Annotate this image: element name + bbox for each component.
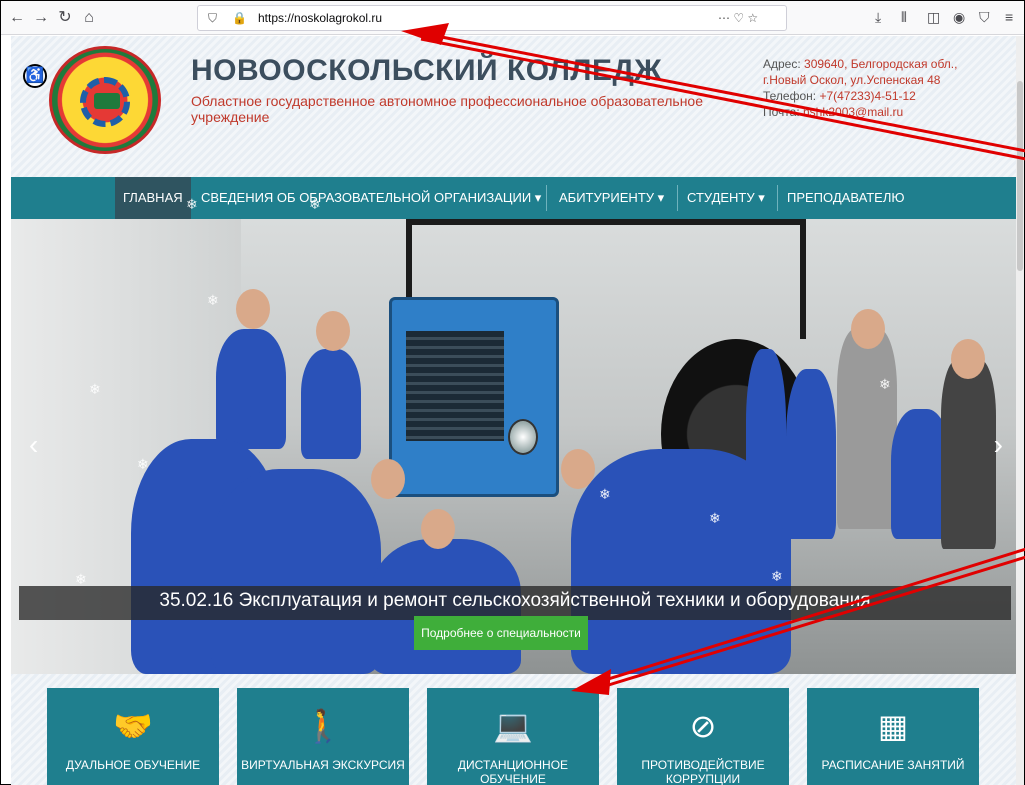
reload-icon[interactable]: ↻ [55,8,75,28]
slide-photo-headlight [508,419,538,455]
nav-item-organization-info[interactable]: СВЕДЕНИЯ ОБ ОБРАЗОВАТЕЛЬНОЙ ОРГАНИЗАЦИИ … [193,177,549,219]
tile-label: ДУАЛЬНОЕ ОБУЧЕНИЕ [65,758,201,772]
slide-photo-student [746,349,786,529]
snowflake-icon: ❄ [89,381,101,397]
tile-label: ДИСТАНЦИОННОЕ ОБУЧЕНИЕ [457,758,569,785]
mail-label: Почта: [763,105,803,119]
slide-photo-head [371,459,405,499]
snowflake-icon: ❄ [599,486,611,502]
person-icon: 🚶 [303,708,343,744]
page-actions-icon[interactable]: ⋯ ♡ ☆ [718,11,758,25]
snowflake-icon: ❄ [879,376,891,392]
phone-value[interactable]: +7(47233)4-51-12 [819,89,915,103]
contact-info: Адрес: 309640, Белгородская обл., г.Новы… [763,56,1003,120]
slide-photo-head [561,449,595,489]
slide-photo-student [216,329,286,449]
nav-item-students[interactable]: СТУДЕНТУ ▾ [679,177,773,219]
scrollbar-thumb[interactable] [1017,81,1023,271]
tile-label: РАСПИСАНИЕ ЗАНЯТИЙ [821,758,965,772]
back-icon[interactable]: ← [7,8,27,28]
site-subtitle: Областное государственное автономное про… [191,93,704,125]
tile-label: ПРОТИВОДЕЙСТВИЕ КОРРУПЦИИ [641,758,765,785]
tile-anti-corruption[interactable]: ⊘ ПРОТИВОДЕЙСТВИЕ КОРРУПЦИИ [617,688,789,785]
prohibited-icon: ⊘ [689,708,717,744]
slide-photo-guest [941,359,996,549]
snowflake-icon: ❄ [75,571,87,587]
lock-icon: 🔒 [232,11,247,25]
slide-photo-student [786,369,836,539]
nav-separator [777,185,778,211]
calendar-grid-icon: ▦ [877,708,909,744]
address-bar[interactable]: ⛉ 🔒 https://noskolagrokol.ru ⋯ ♡ ☆ [197,5,787,31]
url-text[interactable]: https://noskolagrokol.ru [258,11,382,25]
nav-item-home[interactable]: ГЛАВНАЯ [115,177,191,219]
snowflake-icon: ❄ [186,196,198,212]
slide-photo-head [421,509,455,549]
tile-schedule[interactable]: ▦ РАСПИСАНИЕ ЗАНЯТИЙ [807,688,979,785]
web-page: ♿ НОВООСКОЛЬСКИЙ КОЛЛЕДЖ Областное госуд… [11,36,1017,785]
extension-icon[interactable]: ⛉ [979,9,990,26]
tile-label: ВИРТУАЛЬНАЯ ЭКСКУРСИЯ [241,758,405,772]
site-title: НОВООСКОЛЬСКИЙ КОЛЛЕДЖ [191,54,662,87]
phone-label: Телефон: [763,89,820,103]
nav-separator [546,185,547,211]
account-icon[interactable]: ◉ [953,9,965,26]
address-label: Адрес: [763,57,805,71]
browser-toolbar: ← → ↻ ⌂ ⛉ 🔒 https://noskolagrokol.ru ⋯ ♡… [1,1,1024,35]
snowflake-icon: ❄ [309,196,321,212]
more-about-specialty-button[interactable]: Подробнее о специальности [414,616,588,650]
nav-separator [677,185,678,211]
mail-value[interactable]: nshk2003@mail.ru [803,105,903,119]
slide-photo-head [951,339,985,379]
accessibility-icon[interactable]: ♿ [23,64,47,88]
forward-icon[interactable]: → [31,8,51,28]
slide-photo-head [236,289,270,329]
snowflake-icon: ❄ [137,456,149,472]
slide-photo-head [851,309,885,349]
snowflake-icon: ❄ [771,568,783,584]
main-nav: ГЛАВНАЯ СВЕДЕНИЯ ОБ ОБРАЗОВАТЕЛЬНОЙ ОРГА… [11,177,1017,219]
slider-prev-arrow[interactable]: ‹ [29,429,38,461]
slide-caption: 35.02.16 Эксплуатация и ремонт сельскохо… [159,590,871,611]
downloads-icon[interactable]: ⤓ [875,9,881,26]
page-scrollbar[interactable] [1016,36,1024,785]
slide-photo-grill [406,331,504,441]
slide-photo-head [316,311,350,351]
tile-distance-learning[interactable]: 💻 ДИСТАНЦИОННОЕ ОБУЧЕНИЕ [427,688,599,785]
college-logo[interactable] [49,46,161,154]
tile-virtual-tour[interactable]: 🚶 ВИРТУАЛЬНАЯ ЭКСКУРСИЯ [237,688,409,785]
laptop-icon: 💻 [493,708,533,744]
snowflake-icon: ❄ [709,510,721,526]
menu-icon[interactable]: ≡ [1005,9,1013,25]
slide-photo-student [211,469,381,674]
slider-next-arrow[interactable]: › [994,429,1003,461]
slide-photo-guest [837,329,897,529]
tile-dual-education[interactable]: 🤝 ДУАЛЬНОЕ ОБУЧЕНИЕ [47,688,219,785]
slide-caption-bar: 35.02.16 Эксплуатация и ремонт сельскохо… [19,586,1011,620]
slide-photo-student [301,349,361,459]
handshake-icon: 🤝 [113,708,153,744]
sidebar-icon[interactable]: ◫ [927,9,940,26]
nav-item-applicants[interactable]: АБИТУРИЕНТУ ▾ [551,177,672,219]
library-icon[interactable]: ⫴ [901,9,907,26]
shield-icon[interactable]: ⛉ [208,11,217,26]
nav-item-teachers[interactable]: ПРЕПОДАВАТЕЛЮ [779,177,913,219]
home-icon[interactable]: ⌂ [79,8,99,28]
snowflake-icon: ❄ [207,292,219,308]
tractor-icon [94,93,120,109]
